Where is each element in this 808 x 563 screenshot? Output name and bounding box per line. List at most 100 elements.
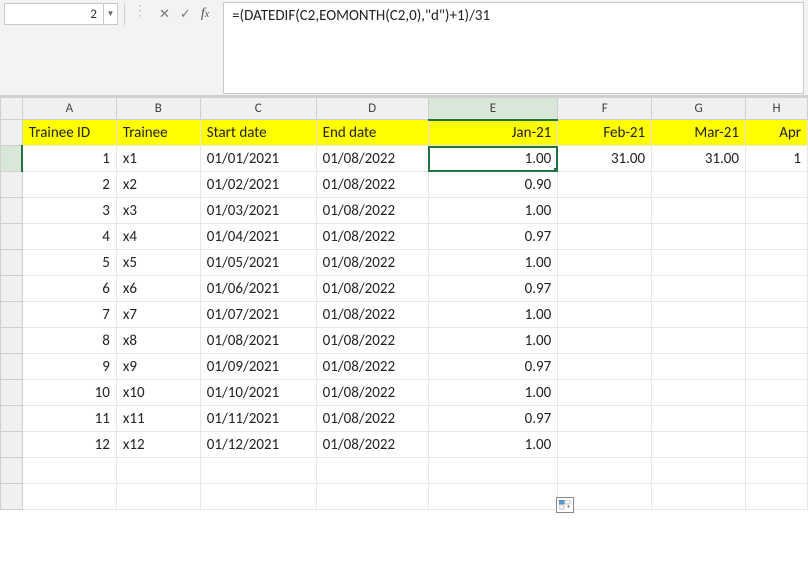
cell-trainee-id[interactable]: 10 [22,380,116,406]
cell-feb[interactable] [558,172,652,198]
cell[interactable] [200,458,316,484]
cell-feb[interactable] [558,224,652,250]
cell-trainee[interactable]: x4 [116,224,200,250]
cell[interactable] [652,484,746,510]
cell-jan[interactable]: 1.00 [428,198,558,224]
cell[interactable] [316,458,428,484]
cell-trainee-id[interactable]: 9 [22,354,116,380]
cell-trainee-id[interactable]: 11 [22,406,116,432]
cell-mar[interactable] [652,380,746,406]
cell-mar[interactable] [652,354,746,380]
cell[interactable] [428,484,558,510]
row-header[interactable] [1,276,23,302]
row-header[interactable] [1,198,23,224]
cell[interactable] [200,484,316,510]
cell-mar[interactable] [652,276,746,302]
cell-apr[interactable] [746,328,808,354]
cell-apr[interactable] [746,432,808,458]
cell-start-date[interactable]: 01/01/2021 [200,146,316,172]
cell-feb[interactable] [558,302,652,328]
cell-start-date[interactable]: 01/12/2021 [200,432,316,458]
row-header[interactable] [1,120,23,146]
cell-trainee[interactable]: x1 [116,146,200,172]
cell-jan[interactable]: 0.97 [428,276,558,302]
fx-icon[interactable]: fx [201,6,215,22]
cell-apr[interactable] [746,406,808,432]
cell-apr[interactable] [746,198,808,224]
cell-mar[interactable] [652,198,746,224]
cell-end-date[interactable]: 01/08/2022 [316,354,428,380]
header-trainee[interactable]: Trainee [116,120,200,146]
cell-trainee-id[interactable]: 4 [22,224,116,250]
cell-trainee-id[interactable]: 7 [22,302,116,328]
cell-trainee[interactable]: x2 [116,172,200,198]
cell-mar[interactable] [652,406,746,432]
cell-start-date[interactable]: 01/04/2021 [200,224,316,250]
cell-mar[interactable] [652,328,746,354]
cell-trainee[interactable]: x9 [116,354,200,380]
cell-feb[interactable] [558,432,652,458]
cell-feb[interactable] [558,380,652,406]
column-header-H[interactable]: H [746,98,808,120]
cell-trainee[interactable]: x12 [116,432,200,458]
row-header[interactable] [1,172,23,198]
cell-start-date[interactable]: 01/09/2021 [200,354,316,380]
row-header[interactable] [1,302,23,328]
select-all-corner[interactable] [1,98,23,120]
column-header-G[interactable]: G [652,98,746,120]
cell-feb[interactable] [558,328,652,354]
cell-apr[interactable] [746,276,808,302]
column-header-E[interactable]: E [428,98,558,120]
header-start-date[interactable]: Start date [200,120,316,146]
row-header[interactable] [1,458,23,484]
cell-trainee-id[interactable]: 2 [22,172,116,198]
name-box[interactable]: 2 [4,3,104,25]
cell[interactable] [22,458,116,484]
cell-jan[interactable]: 1.00 [428,432,558,458]
cell[interactable] [116,484,200,510]
cell-end-date[interactable]: 01/08/2022 [316,432,428,458]
row-header[interactable] [1,250,23,276]
cell-end-date[interactable]: 01/08/2022 [316,250,428,276]
column-header-B[interactable]: B [116,98,200,120]
header-feb[interactable]: Feb-21 [558,120,652,146]
cell-jan[interactable]: 0.97 [428,406,558,432]
cell-end-date[interactable]: 01/08/2022 [316,224,428,250]
cell-jan[interactable]: 1.00 [428,146,558,172]
cell-start-date[interactable]: 01/06/2021 [200,276,316,302]
cell-trainee[interactable]: x8 [116,328,200,354]
header-apr[interactable]: Apr [746,120,808,146]
cell-mar[interactable] [652,250,746,276]
cell-feb[interactable] [558,276,652,302]
cell-start-date[interactable]: 01/02/2021 [200,172,316,198]
cell[interactable] [746,484,808,510]
cell-apr[interactable] [746,380,808,406]
cell-trainee[interactable]: x10 [116,380,200,406]
cell-mar[interactable] [652,224,746,250]
cell-apr[interactable] [746,224,808,250]
column-header-F[interactable]: F [558,98,652,120]
cell-trainee[interactable]: x5 [116,250,200,276]
cell-mar[interactable] [652,302,746,328]
cell-start-date[interactable]: 01/05/2021 [200,250,316,276]
cell-start-date[interactable]: 01/07/2021 [200,302,316,328]
cell-jan[interactable]: 0.97 [428,224,558,250]
cell-feb[interactable] [558,250,652,276]
cell-trainee-id[interactable]: 3 [22,198,116,224]
cell-end-date[interactable]: 01/08/2022 [316,406,428,432]
cell-trainee-id[interactable]: 1 [22,146,116,172]
cell-end-date[interactable]: 01/08/2022 [316,172,428,198]
cell-end-date[interactable]: 01/08/2022 [316,276,428,302]
cell-end-date[interactable]: 01/08/2022 [316,302,428,328]
cell-feb[interactable] [558,198,652,224]
cell-end-date[interactable]: 01/08/2022 [316,198,428,224]
cell-mar[interactable] [652,172,746,198]
header-mar[interactable]: Mar-21 [652,120,746,146]
cell-end-date[interactable]: 01/08/2022 [316,380,428,406]
header-end-date[interactable]: End date [316,120,428,146]
cell[interactable] [116,458,200,484]
cell-mar[interactable]: 31.00 [652,146,746,172]
cell[interactable] [746,458,808,484]
row-header[interactable] [1,484,23,510]
header-jan[interactable]: Jan-21 [428,120,558,146]
